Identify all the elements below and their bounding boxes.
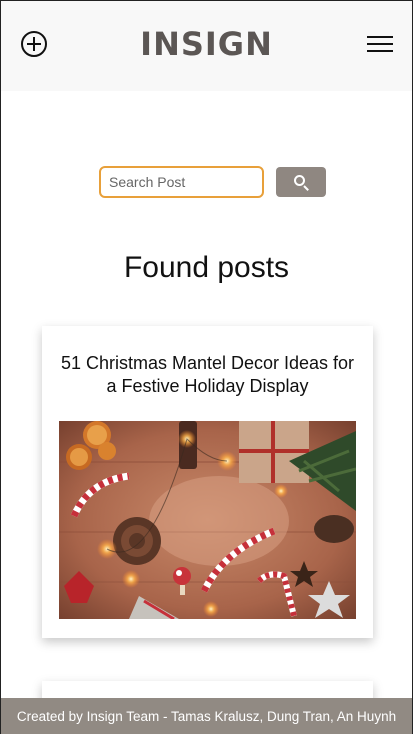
search-icon: [294, 175, 305, 186]
page-heading: Found posts: [123, 251, 290, 284]
site-footer: Created by Insign Team - Tamas Kralusz, …: [1, 698, 412, 734]
post-card[interactable]: 51 Christmas Mantel Decor Ideas for a Fe…: [42, 326, 373, 638]
menu-line: [367, 36, 393, 38]
menu-line: [367, 50, 393, 52]
search-button[interactable]: [276, 167, 326, 197]
post-image[interactable]: [59, 421, 356, 619]
site-logo[interactable]: INSIGN: [1, 25, 412, 63]
hamburger-menu-icon[interactable]: [367, 34, 393, 54]
christmas-decor-photo: [59, 421, 356, 619]
top-header: INSIGN: [1, 1, 412, 91]
menu-line: [367, 43, 393, 45]
search-input[interactable]: [99, 166, 264, 198]
search-icon-handle: [303, 185, 309, 191]
post-title[interactable]: 51 Christmas Mantel Decor Ideas for a Fe…: [58, 352, 357, 398]
